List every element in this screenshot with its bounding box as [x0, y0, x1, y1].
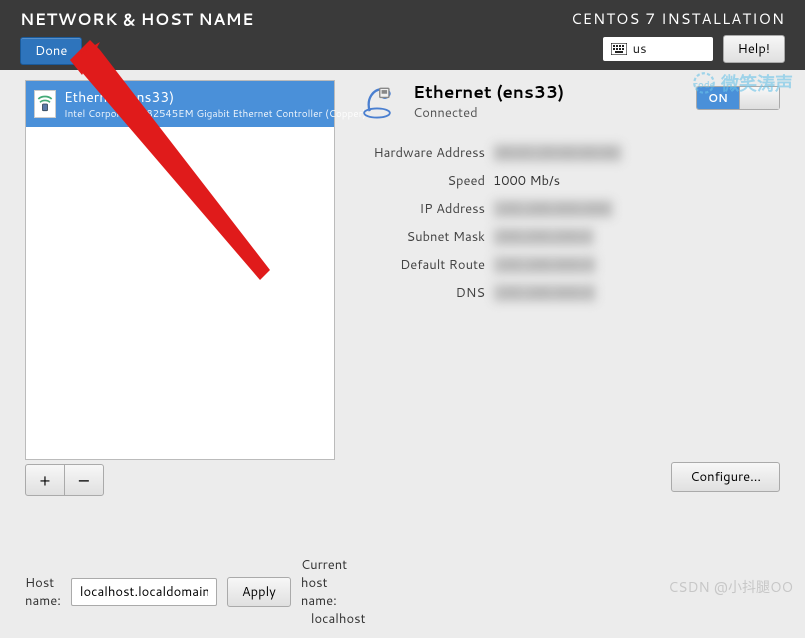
- installer-name: CENTOS 7 INSTALLATION: [571, 8, 785, 29]
- keyboard-icon: [611, 43, 627, 55]
- hw-address-value: 00:0C:29:XX:XX:XX: [493, 144, 622, 162]
- connection-icon: [355, 80, 399, 130]
- dns-label: DNS: [355, 284, 485, 302]
- device-list[interactable]: Ethernet (ens33) Intel Corporation 82545…: [25, 80, 335, 460]
- page-title: NETWORK & HOST NAME: [20, 8, 254, 31]
- hostname-label: Host name:: [25, 574, 61, 610]
- add-device-button[interactable]: +: [25, 464, 65, 496]
- configure-button[interactable]: Configure...: [671, 462, 780, 492]
- speed-label: Speed: [355, 172, 485, 190]
- done-button[interactable]: Done: [20, 37, 82, 65]
- ip-value: 192.168.XXX.XXX: [493, 200, 613, 218]
- mask-value: 255.255.255.0: [493, 228, 594, 246]
- watermark-bottom: CSDN @小抖腿OO: [668, 577, 793, 597]
- route-label: Default Route: [355, 256, 485, 274]
- keyboard-indicator[interactable]: us: [603, 37, 713, 61]
- connection-status: Connected: [413, 104, 564, 122]
- mask-label: Subnet Mask: [355, 228, 485, 246]
- connection-title: Ethernet (ens33): [413, 80, 564, 104]
- help-button[interactable]: Help!: [723, 35, 785, 63]
- ethernet-icon: [34, 90, 56, 118]
- device-list-item[interactable]: Ethernet (ens33) Intel Corporation 82545…: [26, 81, 334, 127]
- current-hostname-label: Current host name:: [301, 556, 347, 610]
- route-value: 192.168.XXX.X: [493, 256, 596, 274]
- device-desc: Intel Corporation 82545EM Gigabit Ethern…: [64, 107, 366, 121]
- dns-value: 192.168.XXX.X: [493, 284, 596, 302]
- svg-text:code: code: [693, 78, 715, 90]
- keyboard-layout: us: [633, 40, 647, 58]
- watermark-top: code 微笑涛声: [691, 70, 793, 96]
- installer-header: NETWORK & HOST NAME Done CENTOS 7 INSTAL…: [0, 0, 805, 70]
- connection-properties: Hardware Address 00:0C:29:XX:XX:XX Speed 1…: [355, 144, 780, 302]
- device-name: Ethernet (ens33): [64, 87, 366, 107]
- hw-address-label: Hardware Address: [355, 144, 485, 162]
- ip-label: IP Address: [355, 200, 485, 218]
- speed-value: 1000 Mb/s: [493, 172, 560, 190]
- remove-device-button[interactable]: −: [64, 464, 104, 496]
- hostname-input[interactable]: [71, 578, 217, 606]
